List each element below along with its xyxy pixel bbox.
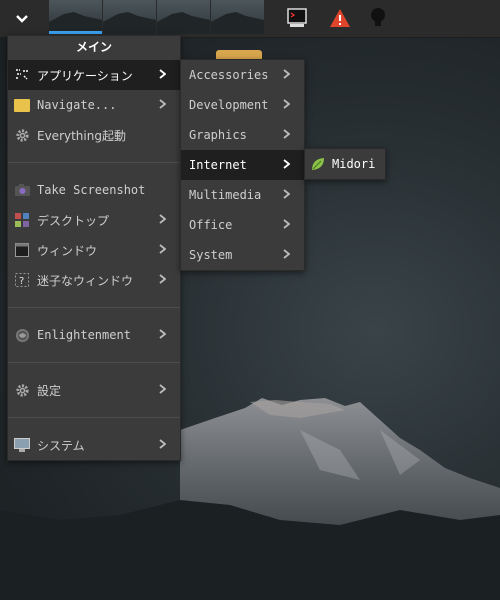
menu-title: メイン bbox=[75, 40, 112, 54]
menu-separator bbox=[8, 417, 180, 418]
applications-submenu: Accessories Development Graphics Interne… bbox=[180, 59, 305, 271]
menu-item-settings[interactable]: 設定 bbox=[8, 375, 180, 405]
warning-icon[interactable] bbox=[328, 6, 352, 30]
menu-item-navigate[interactable]: Navigate... bbox=[8, 90, 180, 120]
submenu-arrow-icon bbox=[283, 189, 290, 199]
menu-item-office[interactable]: Office bbox=[181, 210, 304, 240]
submenu-arrow-icon bbox=[159, 244, 166, 254]
applications-icon bbox=[14, 67, 30, 83]
submenu-arrow-icon bbox=[283, 219, 290, 229]
menu-separator bbox=[8, 362, 180, 363]
submenu-arrow-icon bbox=[283, 249, 290, 259]
menu-item-desktop[interactable]: デスクトップ bbox=[8, 205, 180, 235]
submenu-arrow-icon bbox=[159, 274, 166, 284]
submenu-arrow-icon bbox=[283, 159, 290, 169]
desktop-thumbnail[interactable] bbox=[49, 0, 102, 34]
terminal-icon[interactable] bbox=[285, 6, 309, 30]
midori-leaf-icon bbox=[310, 156, 326, 172]
start-menu-button[interactable] bbox=[0, 0, 44, 37]
submenu-arrow-icon bbox=[159, 439, 166, 449]
submenu-arrow-icon bbox=[283, 129, 290, 139]
settings-gear-icon bbox=[14, 382, 30, 398]
menu-item-lost-windows[interactable]: ? 迷子なウィンドウ bbox=[8, 265, 180, 295]
menu-item-system-apps[interactable]: System bbox=[181, 240, 304, 270]
menu-separator bbox=[8, 307, 180, 308]
submenu-arrow-icon bbox=[159, 99, 166, 109]
submenu-arrow-icon bbox=[159, 329, 166, 339]
menu-item-internet[interactable]: Internet bbox=[181, 150, 304, 180]
menu-item-multimedia[interactable]: Multimedia bbox=[181, 180, 304, 210]
submenu-arrow-icon bbox=[159, 384, 166, 394]
top-shelf bbox=[0, 0, 500, 38]
desktop-icon bbox=[14, 212, 30, 228]
camera-icon bbox=[14, 182, 30, 198]
enlightenment-icon bbox=[14, 327, 30, 343]
menu-item-development[interactable]: Development bbox=[181, 90, 304, 120]
gear-icon bbox=[14, 127, 30, 143]
desktop-thumbnail[interactable] bbox=[157, 0, 210, 34]
submenu-arrow-icon bbox=[283, 69, 290, 79]
lost-window-icon: ? bbox=[14, 272, 30, 288]
menu-item-window[interactable]: ウィンドウ bbox=[8, 235, 180, 265]
menu-item-midori[interactable]: Midori bbox=[305, 149, 385, 179]
menu-item-graphics[interactable]: Graphics bbox=[181, 120, 304, 150]
main-menu: メイン アプリケーション Navigate... Everything起動 Ta… bbox=[7, 35, 181, 461]
internet-submenu: Midori bbox=[304, 148, 386, 180]
chevron-down-icon bbox=[16, 14, 28, 23]
menu-item-take-screenshot[interactable]: Take Screenshot bbox=[8, 175, 180, 205]
desktop-thumbnail[interactable] bbox=[103, 0, 156, 34]
menu-item-system[interactable]: システム bbox=[8, 430, 180, 460]
menu-separator bbox=[8, 162, 180, 163]
window-icon bbox=[14, 242, 30, 258]
submenu-arrow-icon bbox=[159, 214, 166, 224]
lightbulb-icon[interactable] bbox=[366, 6, 390, 30]
monitor-icon bbox=[14, 437, 30, 453]
menu-item-accessories[interactable]: Accessories bbox=[181, 60, 304, 90]
desktop-thumbnail[interactable] bbox=[211, 0, 264, 34]
svg-text:?: ? bbox=[19, 276, 24, 287]
menu-item-applications[interactable]: アプリケーション bbox=[8, 60, 180, 90]
folder-icon bbox=[14, 97, 30, 113]
submenu-arrow-icon bbox=[283, 99, 290, 109]
menu-item-enlightenment[interactable]: Enlightenment bbox=[8, 320, 180, 350]
desktop-pager bbox=[49, 0, 265, 37]
submenu-arrow-icon bbox=[159, 69, 166, 79]
menu-item-everything[interactable]: Everything起動 bbox=[8, 120, 180, 150]
